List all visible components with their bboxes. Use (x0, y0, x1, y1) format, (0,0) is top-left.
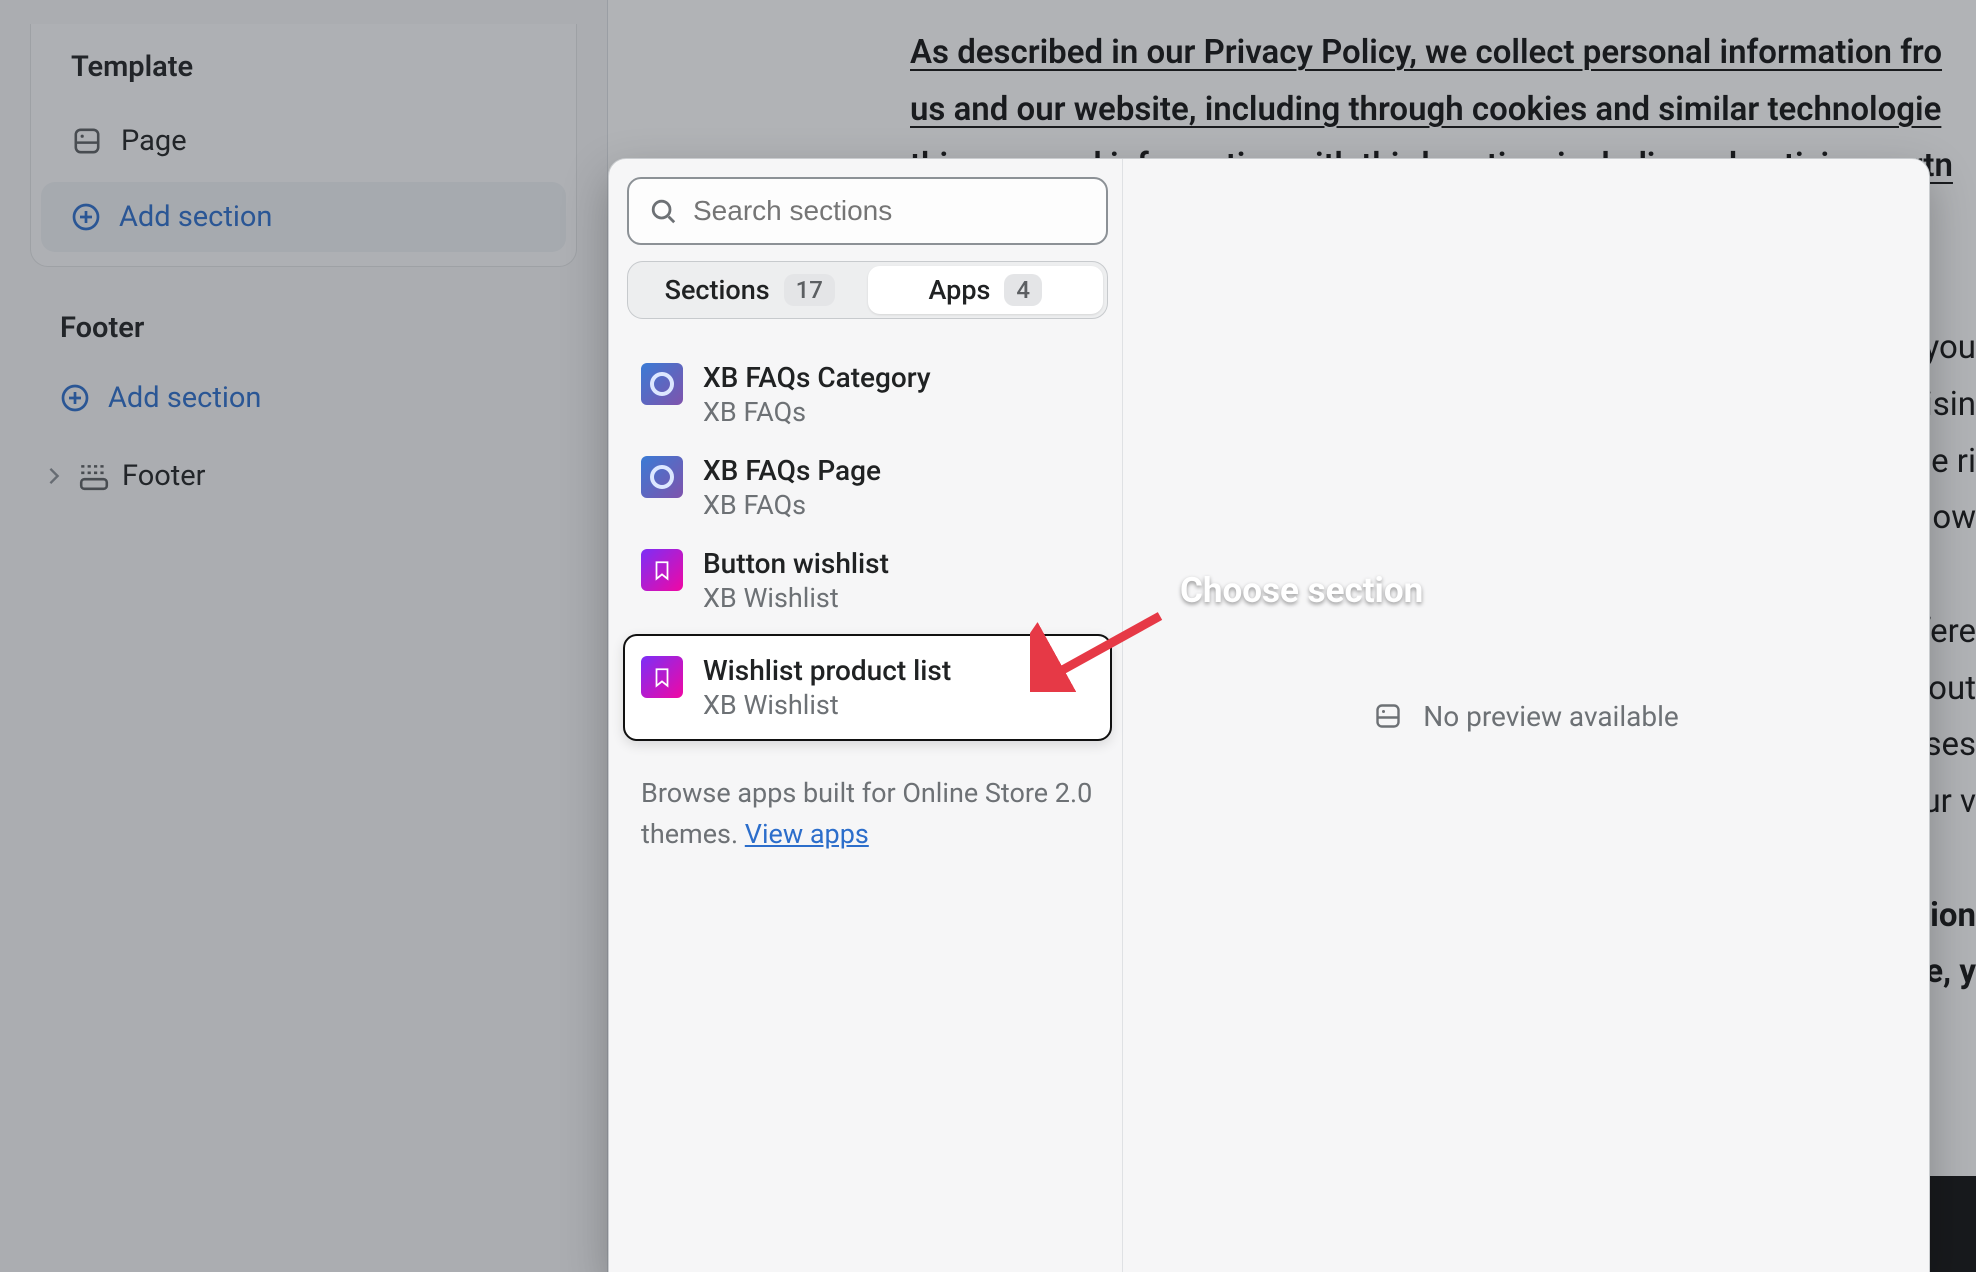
section-picker-popover: Sections 17 Apps 4 XB FAQs CategoryXB FA… (608, 158, 1930, 1272)
tab-apps-label: Apps (928, 274, 990, 306)
app-section-subtitle: XB Wishlist (703, 582, 889, 614)
footer-item-label: Footer (122, 459, 206, 493)
app-section-name: XB FAQs Page (703, 454, 881, 487)
sidebar-item-footer[interactable]: Footer (30, 445, 577, 507)
chevron-right-icon[interactable] (42, 464, 66, 488)
no-preview-label: No preview available (1423, 700, 1679, 733)
add-section-template[interactable]: Add section (41, 182, 566, 252)
app-section-item[interactable]: XB FAQs PageXB FAQs (627, 442, 1108, 533)
footer-section-icon (78, 460, 110, 492)
footer-heading: Footer (30, 311, 577, 345)
template-panel: Template Page Ad (30, 24, 577, 267)
add-section-label: Add section (108, 381, 261, 415)
app-section-subtitle: XB FAQs (703, 396, 931, 428)
tab-sections[interactable]: Sections 17 (632, 266, 868, 314)
add-section-label: Add section (119, 200, 272, 234)
section-picker-preview: No preview available (1123, 159, 1929, 1272)
search-input[interactable] (691, 194, 1086, 228)
no-preview-row: No preview available (1373, 700, 1679, 733)
app-section-name: Button wishlist (703, 547, 889, 580)
app-section-item[interactable]: Wishlist product listXB Wishlist (623, 634, 1112, 741)
view-apps-link[interactable]: View apps (745, 818, 869, 850)
plus-circle-icon (71, 202, 101, 232)
app-section-list: XB FAQs CategoryXB FAQsXB FAQs PageXB FA… (627, 349, 1108, 747)
helper-text: Browse apps built for Online Store 2.0 t… (627, 763, 1108, 854)
section-icon (1373, 701, 1403, 731)
plus-circle-icon (60, 383, 90, 413)
app-section-item[interactable]: XB FAQs CategoryXB FAQs (627, 349, 1108, 440)
tab-sections-label: Sections (665, 274, 770, 306)
template-heading: Template (41, 50, 566, 84)
wishlist-app-icon (641, 549, 683, 591)
app-section-subtitle: XB FAQs (703, 489, 881, 521)
tab-switch: Sections 17 Apps 4 (627, 261, 1108, 319)
search-sections-field[interactable] (627, 177, 1108, 245)
tab-sections-count: 17 (784, 274, 835, 306)
faq-app-icon (641, 363, 683, 405)
sidebar: Template Page Ad (0, 0, 608, 1272)
app-section-subtitle: XB Wishlist (703, 689, 951, 721)
annotation-choose-section: Choose section (1180, 570, 1423, 611)
faq-app-icon (641, 456, 683, 498)
tab-apps[interactable]: Apps 4 (868, 266, 1104, 314)
sidebar-item-label: Page (121, 124, 187, 158)
section-picker-left: Sections 17 Apps 4 XB FAQs CategoryXB FA… (609, 159, 1123, 1272)
app-section-name: XB FAQs Category (703, 361, 931, 394)
app-section-name: Wishlist product list (703, 654, 951, 687)
sidebar-item-page[interactable]: Page (41, 106, 566, 176)
app-section-item[interactable]: Button wishlistXB Wishlist (627, 535, 1108, 626)
page-icon (71, 125, 103, 157)
tab-apps-count: 4 (1004, 274, 1042, 306)
app-root: Template Page Ad (0, 0, 1976, 1272)
add-section-footer[interactable]: Add section (30, 363, 577, 433)
wishlist-app-icon (641, 656, 683, 698)
footer-group: Footer Add section (30, 311, 577, 507)
search-icon (649, 197, 677, 225)
